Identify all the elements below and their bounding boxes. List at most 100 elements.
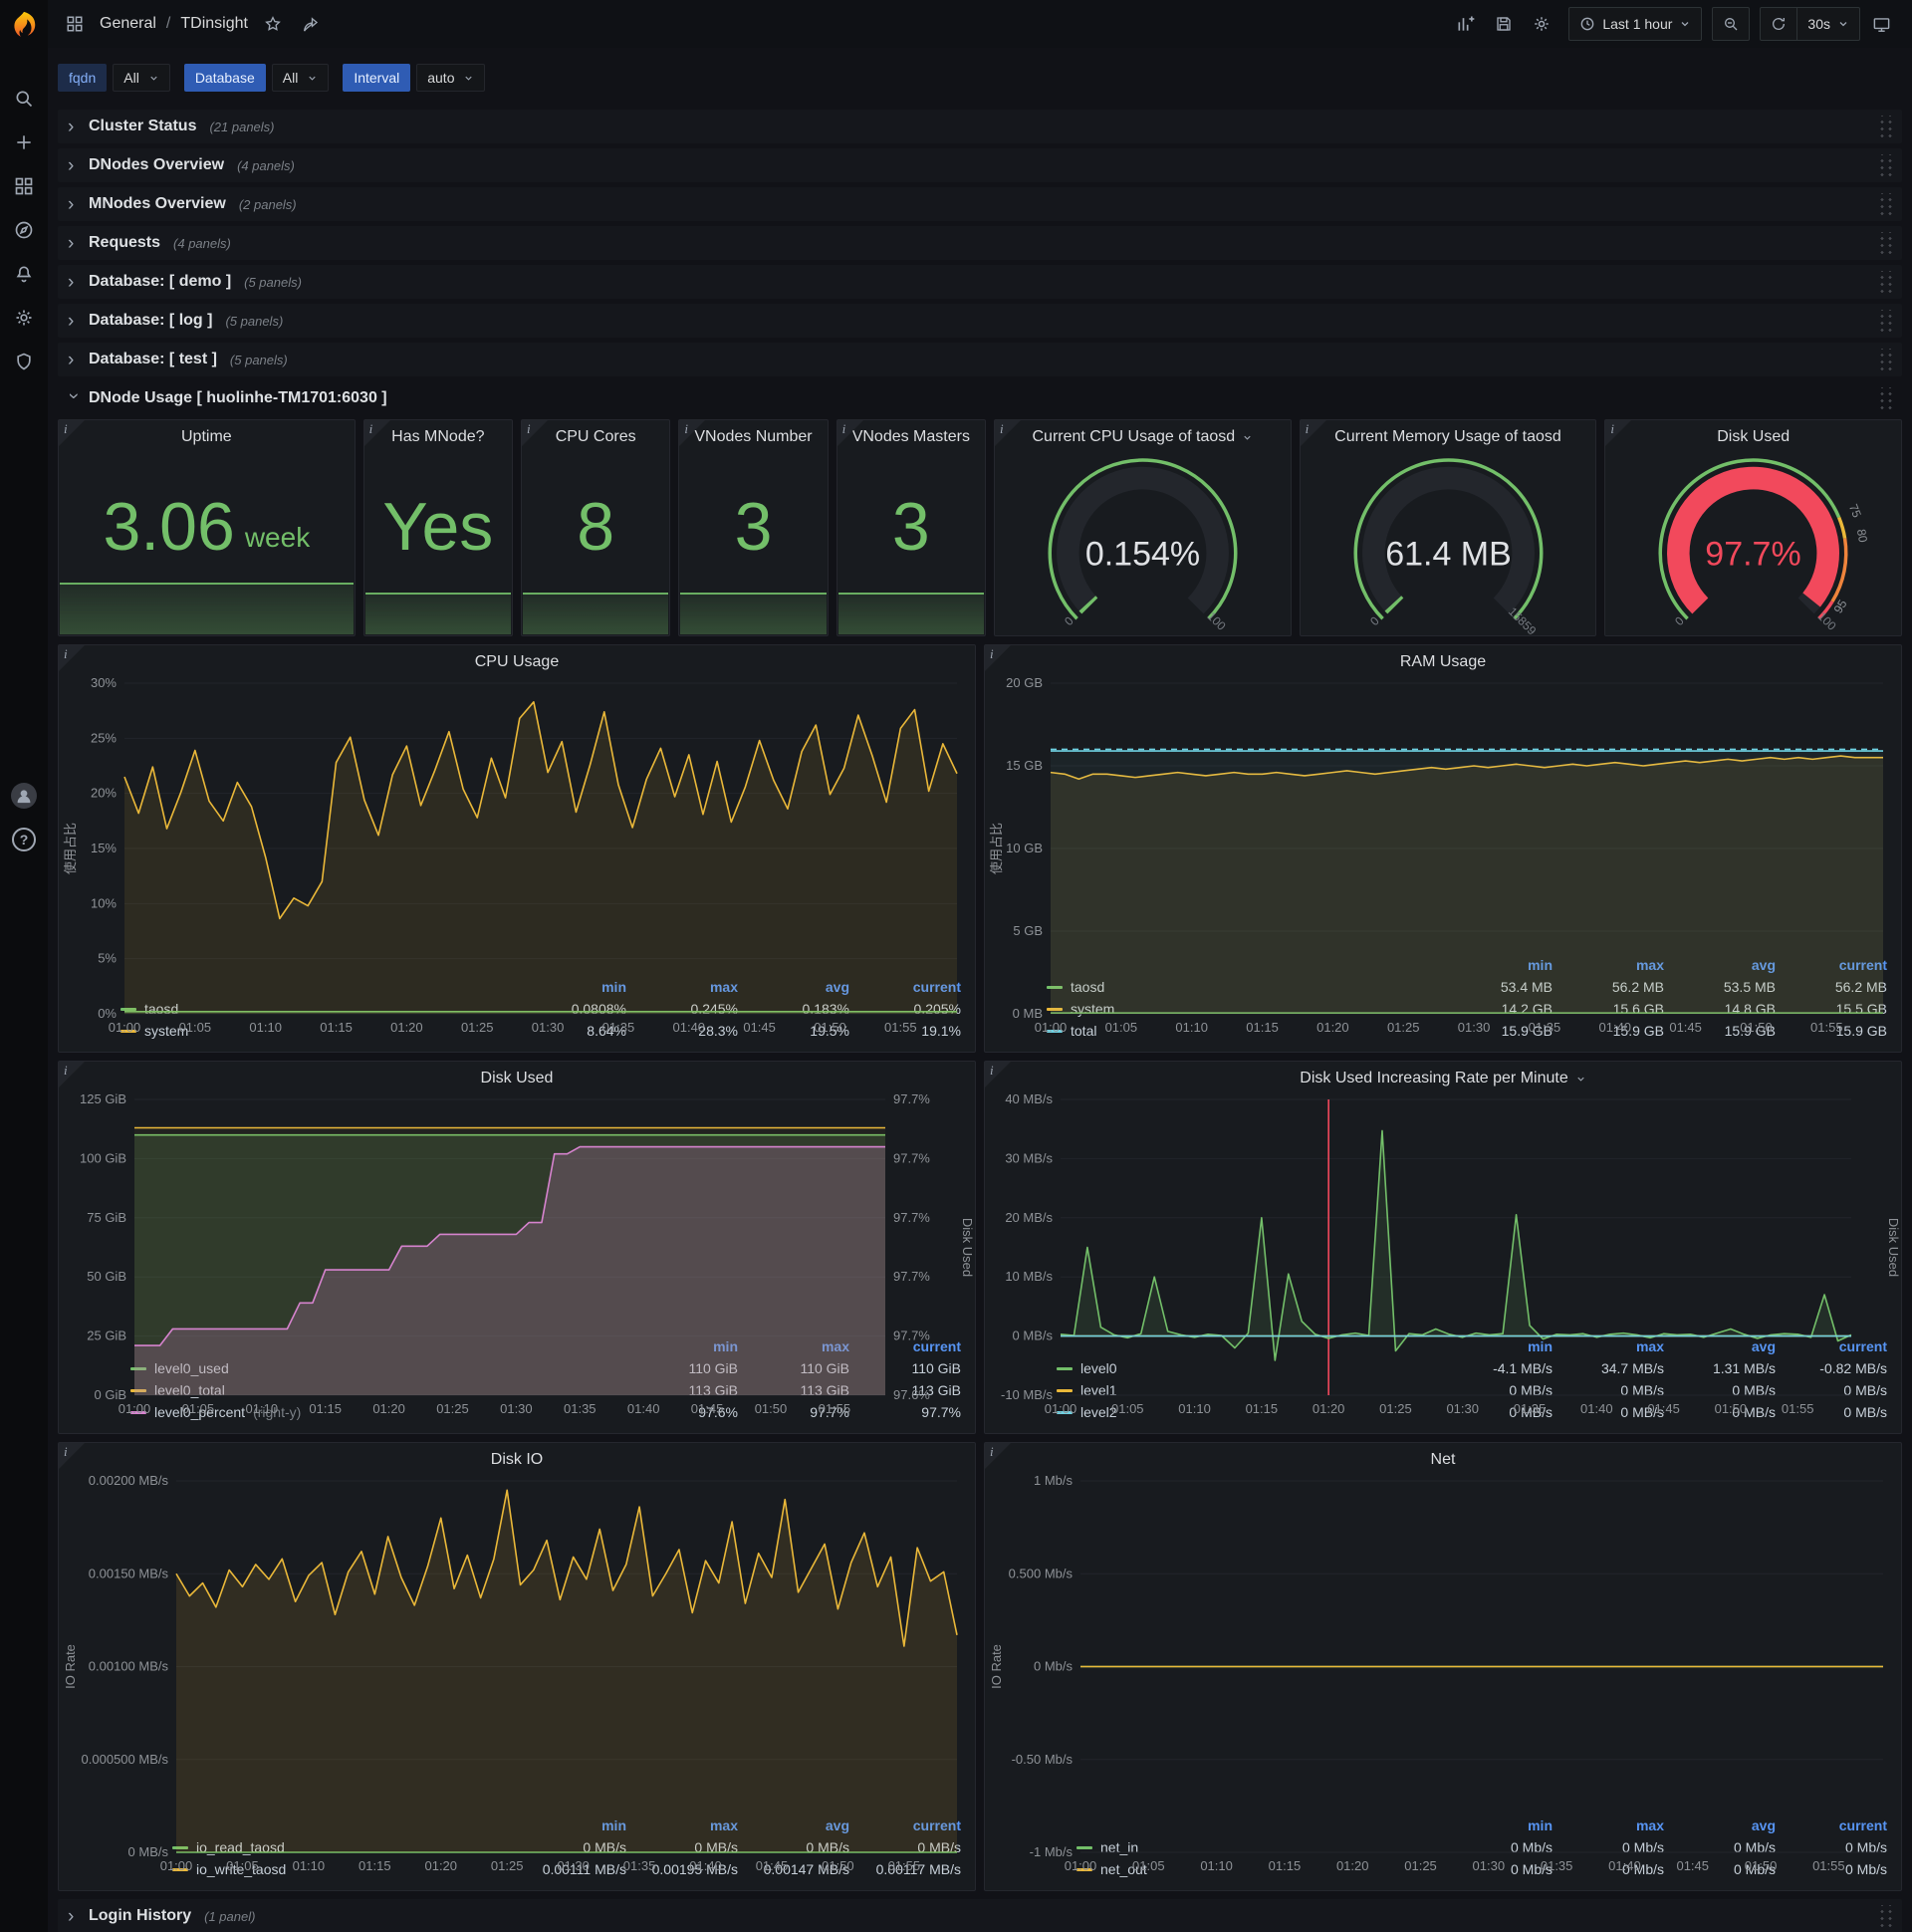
create-plus-icon[interactable] bbox=[2, 121, 46, 164]
panel-title[interactable]: Disk Used bbox=[59, 1062, 975, 1089]
panel-info-icon[interactable]: i bbox=[994, 420, 1021, 446]
add-panel-icon[interactable] bbox=[1449, 7, 1483, 41]
variable-value-dropdown[interactable]: All bbox=[113, 64, 170, 92]
svg-text:01:45: 01:45 bbox=[1669, 1020, 1702, 1035]
refresh-button[interactable] bbox=[1761, 8, 1796, 40]
chart-canvas[interactable]: 0 MB/s 0.000500 MB/s 0.00100 MB/s 0.00150 M… bbox=[59, 1471, 975, 1878]
dashboard-row-dnode-usage[interactable]: › DNode Usage [ huolinhe-TM1701:6030 ] bbox=[58, 381, 1902, 415]
row-title[interactable]: MNodes Overview bbox=[89, 195, 226, 213]
server-admin-shield-icon[interactable] bbox=[2, 340, 46, 383]
svg-text:01:35: 01:35 bbox=[1514, 1401, 1547, 1416]
dashboard-content: fqdn All Database All Interval auto › Cl… bbox=[48, 48, 1912, 1932]
panel-title[interactable]: Current CPU Usage of taosd bbox=[995, 420, 1291, 448]
row-drag-handle[interactable] bbox=[1876, 310, 1892, 332]
panel-title[interactable]: Disk Used bbox=[1605, 420, 1901, 448]
cycle-view-tv-icon[interactable] bbox=[1864, 7, 1898, 41]
panel-title[interactable]: Disk Used Increasing Rate per Minute bbox=[985, 1062, 1901, 1089]
row-drag-handle[interactable] bbox=[1876, 349, 1892, 370]
svg-text:1 Mb/s: 1 Mb/s bbox=[1034, 1473, 1074, 1488]
row-drag-handle[interactable] bbox=[1876, 387, 1892, 409]
dashboard-row-database-log[interactable]: › Database: [ log ] (5 panels) bbox=[58, 304, 1902, 338]
disk-io-chart[interactable]: 0 MB/s 0.000500 MB/s 0.00100 MB/s 0.00150 M… bbox=[59, 1471, 975, 1873]
panel-title[interactable]: Current Memory Usage of taosd bbox=[1301, 420, 1596, 448]
save-dashboard-icon[interactable] bbox=[1487, 7, 1521, 41]
chart-canvas[interactable]: -1 Mb/s -0.50 Mb/s 0 Mb/s 0.500 Mb/s 1 Mb/s 0… bbox=[985, 1471, 1901, 1878]
row-title[interactable]: Database: [ demo ] bbox=[89, 273, 231, 291]
chart-canvas[interactable]: 0 MB 5 GB 10 GB 15 GB 20 GB 01:00 01:05 01:10 01… bbox=[985, 673, 1901, 1040]
panel-title[interactable]: RAM Usage bbox=[985, 645, 1901, 673]
refresh-interval-dropdown[interactable]: 30s bbox=[1796, 8, 1859, 40]
chart-canvas[interactable]: 0% 5% 10% 15% 20% 25% 30% 01:00 01:05 01:10 01:15 0… bbox=[59, 673, 975, 1040]
row-drag-handle[interactable] bbox=[1876, 1905, 1892, 1927]
panel-info-icon[interactable]: i bbox=[836, 420, 863, 446]
chart-canvas[interactable]: -10 MB/s 0 MB/s 10 MB/s 20 MB/s 30 MB/s 40 MB… bbox=[985, 1089, 1901, 1421]
panel-info-icon[interactable]: i bbox=[985, 1062, 1011, 1087]
chart-canvas[interactable]: 0 GiB 25 GiB 50 GiB 75 GiB 100 GiB 125 GiB 97.… bbox=[59, 1089, 975, 1421]
explore-compass-icon[interactable] bbox=[2, 208, 46, 252]
panel-info-icon[interactable]: i bbox=[59, 645, 85, 671]
dashboard-row-login-history[interactable]: › Login History (1 panel) bbox=[58, 1899, 1902, 1932]
panel-info-icon[interactable]: i bbox=[1605, 420, 1632, 446]
panel-info-icon[interactable]: i bbox=[522, 420, 548, 446]
star-icon[interactable] bbox=[256, 7, 290, 41]
variable-value-dropdown[interactable]: auto bbox=[416, 64, 486, 92]
dashboard-row-database-test[interactable]: › Database: [ test ] (5 panels) bbox=[58, 343, 1902, 376]
row-title[interactable]: DNode Usage [ huolinhe-TM1701:6030 ] bbox=[89, 389, 387, 407]
dashboard-row-database-demo[interactable]: › Database: [ demo ] (5 panels) bbox=[58, 265, 1902, 299]
panel-info-icon[interactable]: i bbox=[679, 420, 706, 446]
time-range-picker[interactable]: Last 1 hour bbox=[1569, 8, 1701, 40]
row-drag-handle[interactable] bbox=[1876, 193, 1892, 215]
net-chart[interactable]: -1 Mb/s -0.50 Mb/s 0 Mb/s 0.500 Mb/s 1 Mb/s 0… bbox=[985, 1471, 1901, 1873]
panel-title[interactable]: Uptime bbox=[59, 420, 355, 448]
row-title[interactable]: Database: [ log ] bbox=[89, 312, 212, 330]
variable-value-dropdown[interactable]: All bbox=[271, 64, 330, 92]
share-icon[interactable] bbox=[294, 7, 328, 41]
row-title[interactable]: Database: [ test ] bbox=[89, 351, 217, 368]
row-drag-handle[interactable] bbox=[1876, 154, 1892, 176]
breadcrumb-folder[interactable]: General bbox=[96, 15, 160, 33]
user-avatar[interactable] bbox=[2, 774, 46, 818]
dashboard-row-cluster-status[interactable]: › Cluster Status (21 panels) bbox=[58, 110, 1902, 143]
row-title[interactable]: Requests bbox=[89, 234, 160, 252]
cpu-usage-chart[interactable]: 0% 5% 10% 15% 20% 25% 30% 01:00 01:05 01:10 01:15 0… bbox=[59, 673, 975, 1035]
panel-info-icon[interactable]: i bbox=[59, 1062, 85, 1087]
dashboards-grid-icon[interactable] bbox=[2, 164, 46, 208]
grafana-logo-icon[interactable] bbox=[9, 10, 39, 43]
panel-info-icon[interactable]: i bbox=[985, 1443, 1011, 1469]
alerting-bell-icon[interactable] bbox=[2, 252, 46, 296]
panel-title[interactable]: Net bbox=[985, 1443, 1901, 1471]
variable-label: Database bbox=[183, 64, 266, 92]
dashboard-row-mnodes-overview[interactable]: › MNodes Overview (2 panels) bbox=[58, 187, 1902, 221]
disk-rate-chart[interactable]: -10 MB/s 0 MB/s 10 MB/s 20 MB/s 30 MB/s 40 MB… bbox=[985, 1089, 1901, 1416]
svg-text:0%: 0% bbox=[98, 1006, 117, 1021]
panel-title[interactable]: CPU Usage bbox=[59, 645, 975, 673]
dashboard-squares-icon bbox=[58, 7, 92, 41]
row-drag-handle[interactable] bbox=[1876, 116, 1892, 137]
panel-info-icon[interactable]: i bbox=[59, 420, 85, 446]
disk-used-chart[interactable]: 0 GiB 25 GiB 50 GiB 75 GiB 100 GiB 125 GiB 97.… bbox=[59, 1089, 975, 1416]
zoom-out-button[interactable] bbox=[1713, 8, 1749, 40]
panel-title[interactable]: Disk IO bbox=[59, 1443, 975, 1471]
panel-info-icon[interactable]: i bbox=[1300, 420, 1326, 446]
dashboard-row-dnodes-overview[interactable]: › DNodes Overview (4 panels) bbox=[58, 148, 1902, 182]
row-title[interactable]: Login History bbox=[89, 1907, 191, 1925]
configuration-gear-icon[interactable] bbox=[2, 296, 46, 340]
svg-text:01:35: 01:35 bbox=[1529, 1020, 1561, 1035]
row-drag-handle[interactable] bbox=[1876, 232, 1892, 254]
svg-text:01:30: 01:30 bbox=[1458, 1020, 1491, 1035]
dashboard-settings-gear-icon[interactable] bbox=[1525, 7, 1558, 41]
help-icon[interactable]: ? bbox=[2, 818, 46, 861]
search-icon[interactable] bbox=[2, 77, 46, 121]
breadcrumb-title[interactable]: TDinsight bbox=[176, 15, 252, 33]
panel-info-icon[interactable]: i bbox=[363, 420, 390, 446]
row-drag-handle[interactable] bbox=[1876, 271, 1892, 293]
svg-text:0 Mb/s: 0 Mb/s bbox=[1034, 1659, 1074, 1674]
ram-usage-chart[interactable]: 0 MB 5 GB 10 GB 15 GB 20 GB 01:00 01:05 01:10 01… bbox=[985, 673, 1901, 1035]
panel-info-icon[interactable]: i bbox=[985, 645, 1011, 671]
panel-info-icon[interactable]: i bbox=[59, 1443, 85, 1469]
dashboard-row-requests[interactable]: › Requests (4 panels) bbox=[58, 226, 1902, 260]
row-title[interactable]: Cluster Status bbox=[89, 118, 196, 135]
top-nav: General / TDinsight Last 1 hour 30s bbox=[48, 0, 1912, 48]
row-title[interactable]: DNodes Overview bbox=[89, 156, 224, 174]
svg-text:97.7%: 97.7% bbox=[893, 1269, 930, 1284]
